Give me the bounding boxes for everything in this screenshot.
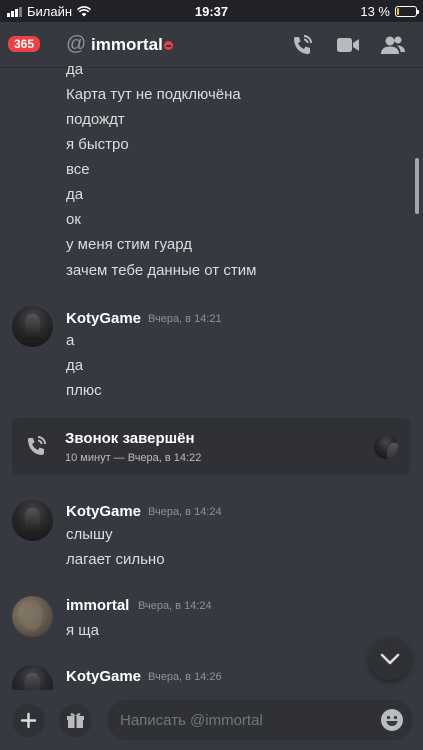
battery-percent: 13 % (360, 4, 390, 19)
message-line: зачем тебе данные от стим (66, 262, 257, 279)
message-line: а (66, 332, 75, 349)
message-timestamp: Вчера, в 14:24 (148, 506, 222, 518)
message-line: Карта тут не подключёна (66, 86, 241, 103)
message-line: я быстро (66, 136, 129, 153)
message-author[interactable]: KotyGame (66, 668, 141, 685)
message-line: да (66, 357, 84, 374)
message-line: плюс (66, 382, 102, 399)
message-line: да (66, 186, 84, 203)
channel-title: immortal (91, 35, 163, 54)
channel-header: 365 @ immortal (0, 22, 423, 68)
call-participant-avatar (374, 435, 398, 459)
scrollbar[interactable] (415, 158, 419, 214)
message-input[interactable] (107, 700, 413, 740)
plus-icon (20, 712, 37, 729)
message-line: я ща (66, 622, 99, 639)
avatar[interactable] (12, 596, 53, 637)
avatar[interactable] (12, 306, 53, 347)
message-line: лагает сильно (66, 551, 165, 568)
message-line: да (66, 61, 84, 78)
gift-icon (67, 713, 84, 728)
call-ended-card[interactable]: Звонок завершён 10 минут — Вчера, в 14:2… (12, 418, 410, 475)
call-ended-icon (28, 436, 46, 455)
message-timestamp: Вчера, в 14:26 (148, 671, 222, 683)
emoji-icon (386, 715, 398, 726)
unread-badge: 365 (6, 34, 43, 54)
call-subtitle: 10 минут — Вчера, в 14:22 (65, 452, 202, 464)
status-bar: Билайн 19:37 13 % (0, 0, 423, 22)
call-title: Звонок завершён (65, 430, 195, 447)
message-timestamp: Вчера, в 14:24 (138, 600, 212, 612)
message-line: все (66, 161, 90, 178)
at-icon: @ (66, 33, 87, 55)
video-camera-icon[interactable] (335, 33, 361, 57)
message-author[interactable]: KotyGame (66, 310, 141, 327)
message-line: подождт (66, 111, 125, 128)
phone-call-icon[interactable] (289, 33, 315, 57)
message-line: слышу (66, 526, 113, 543)
gift-button[interactable] (59, 704, 92, 737)
message-line: у меня стим гуард (66, 236, 193, 253)
message-author[interactable]: KotyGame (66, 503, 141, 520)
avatar[interactable] (12, 500, 53, 541)
dnd-status-icon (164, 41, 173, 50)
jump-to-bottom-button[interactable] (369, 638, 411, 680)
battery-icon (395, 6, 419, 17)
chevron-down-icon (380, 653, 400, 665)
members-icon[interactable] (380, 33, 406, 57)
message-author[interactable]: immortal (66, 597, 129, 614)
message-line: ок (66, 211, 81, 228)
message-timestamp: Вчера, в 14:21 (148, 313, 222, 325)
attach-button[interactable] (12, 704, 45, 737)
emoji-button[interactable] (381, 709, 403, 731)
